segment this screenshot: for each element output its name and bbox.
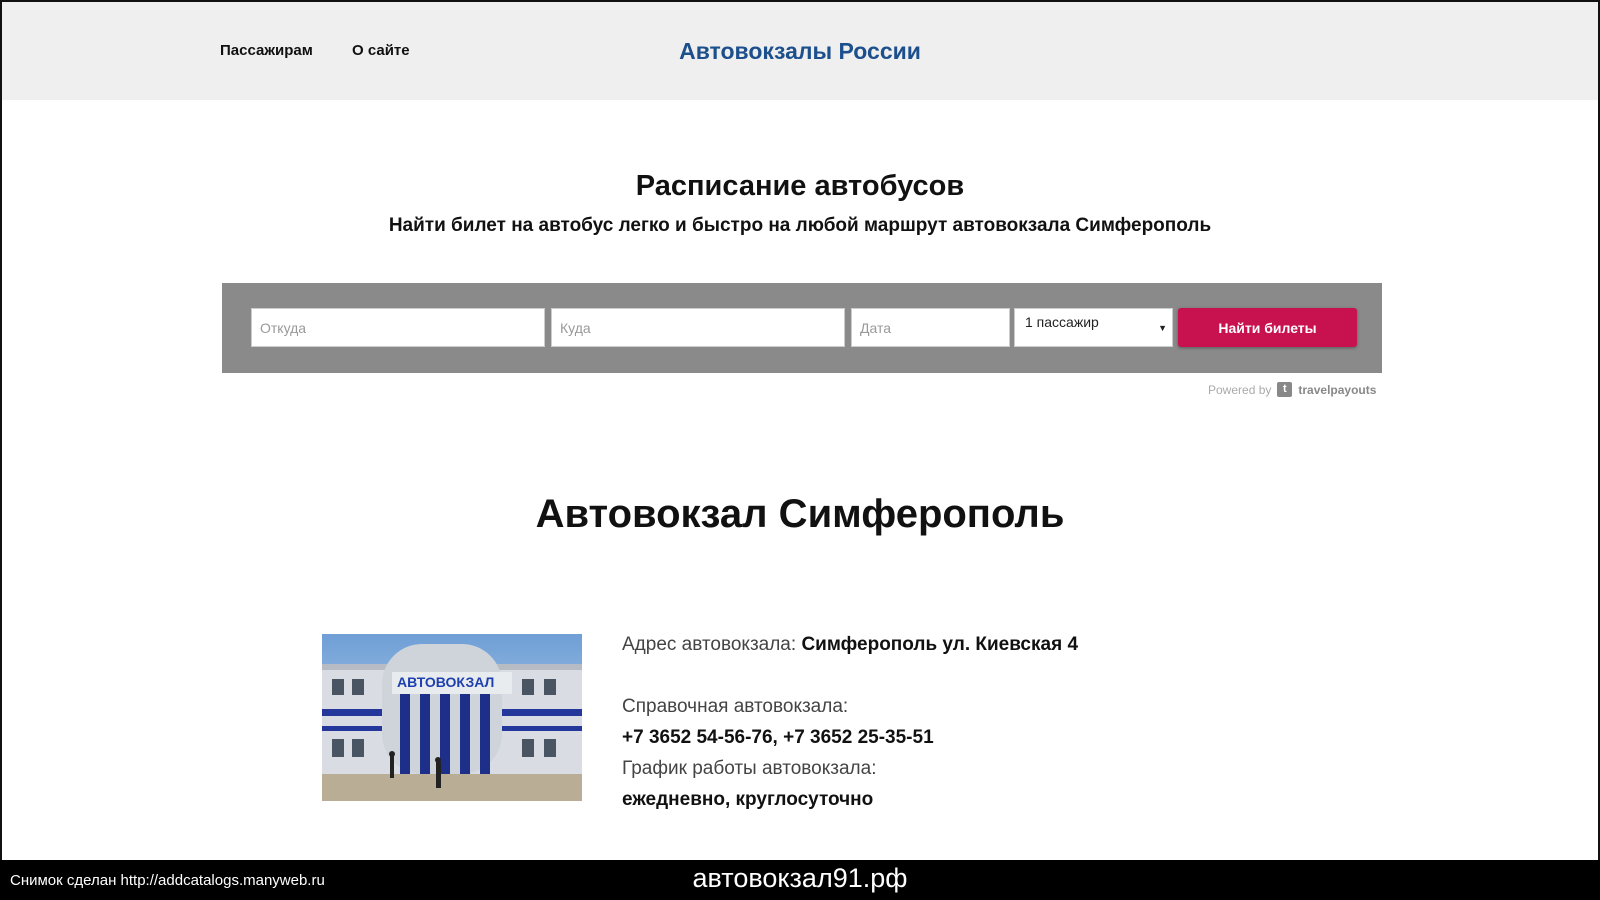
screenshot-caption-bar: Снимок сделан http://addcatalogs.manyweb… (0, 860, 1600, 900)
phone-label: Справочная автовокзала: (622, 696, 849, 717)
date-input[interactable] (851, 308, 1010, 347)
hours-value-row: ежедневно, круглосуточно (622, 789, 873, 811)
passengers-value: 1 пассажир (1025, 314, 1099, 330)
passengers-select[interactable]: 1 пассажир ▼ (1014, 308, 1173, 347)
hours-value: ежедневно, круглосуточно (622, 789, 874, 810)
phone-value-row: +7 3652 54-56-76, +7 3652 25-35-51 (622, 727, 934, 749)
powered-by[interactable]: Powered by t travelpayouts (1208, 382, 1376, 397)
site-title[interactable]: Автовокзалы России (2, 38, 1598, 65)
station-title: Автовокзал Симферополь (535, 492, 1065, 536)
site-header: Пассажирам О сайте Автовокзалы России (2, 2, 1598, 100)
hours-label: График работы автовокзала: (622, 758, 877, 779)
address-label: Адрес автовокзала: (622, 634, 797, 655)
hero-title: Расписание автобусов (635, 170, 965, 202)
hero-subtitle: Найти билет на автобус легко и быстро на… (388, 215, 1212, 236)
powered-label: Powered by (1208, 382, 1272, 397)
address-row: Адрес автовокзала: Симферополь ул. Киевс… (622, 634, 1078, 656)
address-value: Симферополь ул. Киевская 4 (801, 634, 1079, 655)
to-input[interactable] (551, 308, 845, 347)
photo-sign-text: АВТОВОКЗАЛ (397, 674, 494, 690)
powered-brand: travelpayouts (1298, 382, 1377, 397)
travelpayouts-logo-icon: t (1277, 382, 1293, 397)
ticket-search-widget: 1 пассажир ▼ Найти билеты (222, 283, 1382, 373)
from-input[interactable] (251, 308, 545, 347)
phone-value[interactable]: +7 3652 54-56-76, +7 3652 25-35-51 (622, 727, 934, 748)
station-photo: АВТОВОКЗАЛ (322, 634, 582, 801)
domain-text: автовокзал91.рф (692, 863, 908, 893)
chevron-down-icon: ▼ (1158, 323, 1167, 333)
find-tickets-button[interactable]: Найти билеты (1178, 308, 1357, 347)
